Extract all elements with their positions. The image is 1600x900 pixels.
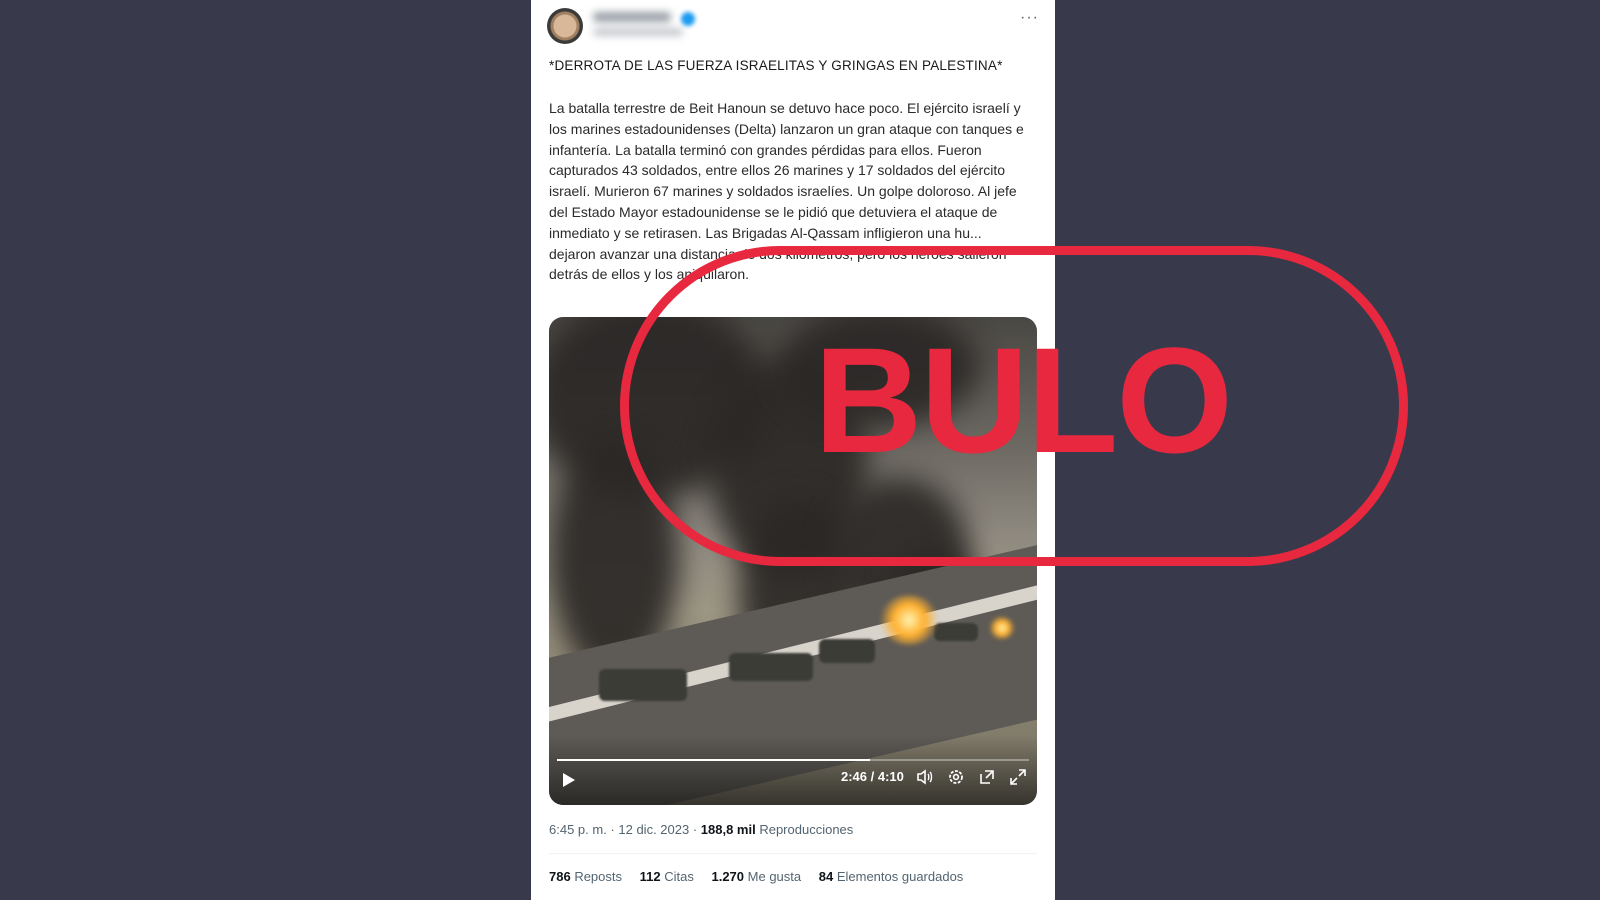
stat-quotes[interactable]: 112 Citas [640, 869, 694, 884]
video-progress-bar[interactable] [557, 759, 1029, 761]
stat-count: 1.270 [711, 869, 745, 884]
hoax-stamp-text: BULO [814, 316, 1233, 484]
volume-icon[interactable] [915, 767, 935, 787]
stat-label: Reposts [570, 869, 623, 884]
views-count: 188,8 mil [700, 822, 756, 837]
blurred-username[interactable] [593, 12, 689, 42]
stat-count: 84 [818, 869, 834, 884]
tweet-meta: 6:45 p. m. · 12 dic. 2023 · 188,8 mil Re… [549, 822, 853, 837]
popout-icon[interactable] [977, 767, 997, 787]
stat-label: Me gusta [744, 869, 802, 884]
stat-label: Elementos guardados [833, 869, 964, 884]
stat-bookmarks[interactable]: 84 Elementos guardados [819, 869, 964, 884]
separator: · [689, 822, 701, 837]
views-label: Reproducciones [755, 822, 854, 837]
video-time: 2:46 / 4:10 [841, 769, 904, 784]
stat-count: 786 [549, 869, 571, 884]
post-date[interactable]: 12 dic. 2023 [618, 822, 689, 837]
divider [549, 853, 1037, 854]
stat-label: Citas [660, 869, 694, 884]
tweet-stats: 786 Reposts 112 Citas 1.270 Me gusta 84 … [549, 869, 977, 884]
avatar[interactable] [547, 8, 583, 44]
settings-gear-icon[interactable] [946, 767, 966, 787]
video-progress-fill [557, 759, 871, 761]
post-time[interactable]: 6:45 p. m. [549, 822, 607, 837]
play-icon[interactable] [563, 773, 575, 787]
stat-reposts[interactable]: 786 Reposts [549, 869, 622, 884]
stat-likes[interactable]: 1.270 Me gusta [711, 869, 801, 884]
tweet-title: *DERROTA DE LAS FUERZA ISRAELITAS Y GRIN… [549, 58, 1003, 73]
verified-badge-icon [681, 12, 695, 26]
fullscreen-icon[interactable] [1008, 767, 1028, 787]
more-options-icon[interactable]: ··· [1020, 10, 1039, 26]
stat-count: 112 [639, 869, 661, 884]
tweet-header: ··· [547, 8, 1039, 48]
separator: · [606, 822, 619, 837]
